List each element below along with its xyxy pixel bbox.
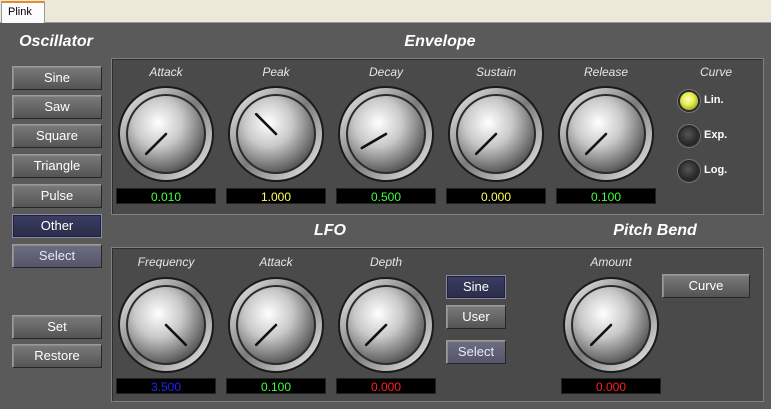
envelope-curve-title: Curve: [699, 65, 732, 79]
envelope-peak-knob[interactable]: [226, 84, 326, 184]
oscillator-sine-button[interactable]: Sine: [12, 66, 102, 90]
curve-option-label: Lin.: [704, 94, 724, 106]
tab-strip: Plink: [0, 0, 771, 23]
radio-indicator-icon[interactable]: [678, 90, 700, 112]
envelope-attack-knob[interactable]: [116, 84, 216, 184]
envelope-release-value: 0.100: [556, 188, 656, 204]
lfo-frequency-value: 3.500: [116, 378, 216, 394]
tab-plink[interactable]: Plink: [1, 1, 45, 23]
pitch-bend-amount-value: 0.000: [561, 378, 661, 394]
pitch-bend-curve-button[interactable]: Curve: [662, 274, 750, 298]
oscillator-title: Oscillator: [19, 33, 93, 50]
envelope-sustain-value: 0.000: [446, 188, 546, 204]
envelope-attack-value: 0.010: [116, 188, 216, 204]
restore-button[interactable]: Restore: [12, 344, 102, 368]
radio-indicator-icon[interactable]: [678, 125, 700, 147]
pitch-bend-title: Pitch Bend: [613, 222, 697, 239]
lfo-attack-label: Attack: [259, 255, 293, 269]
lfo-frequency-knob[interactable]: [116, 275, 216, 375]
set-button[interactable]: Set: [12, 315, 102, 339]
oscillator-select-button[interactable]: Select: [12, 244, 102, 268]
lfo-user-button[interactable]: User: [446, 305, 506, 329]
envelope-sustain-label: Sustain: [475, 65, 517, 79]
oscillator-triangle-button[interactable]: Triangle: [12, 154, 102, 178]
pitch-bend-amount-knob[interactable]: [561, 275, 661, 375]
lfo-attack-value: 0.100: [226, 378, 326, 394]
envelope-title: Envelope: [404, 33, 476, 50]
envelope-release-label: Release: [583, 65, 629, 79]
radio-indicator-icon[interactable]: [678, 160, 700, 182]
lfo-select-button[interactable]: Select: [446, 340, 506, 364]
envelope-decay-label: Decay: [368, 65, 403, 79]
lfo-frequency-label: Frequency: [137, 255, 195, 269]
curve-option-label: Log.: [704, 164, 728, 176]
lfo-attack-knob[interactable]: [226, 275, 326, 375]
pitch-bend-amount-label: Amount: [590, 255, 632, 269]
oscillator-pulse-button[interactable]: Pulse: [12, 184, 102, 208]
lfo-depth-knob[interactable]: [336, 275, 436, 375]
envelope-attack-label: Attack: [149, 65, 183, 79]
envelope-decay-knob[interactable]: [336, 84, 436, 184]
oscillator-square-button[interactable]: Square: [12, 124, 102, 148]
envelope-peak-value: 1.000: [226, 188, 326, 204]
envelope-peak-label: Peak: [262, 65, 290, 79]
envelope-release-knob[interactable]: [556, 84, 656, 184]
lfo-title: LFO: [314, 222, 346, 239]
envelope-sustain-knob[interactable]: [446, 84, 546, 184]
envelope-decay-value: 0.500: [336, 188, 436, 204]
lfo-depth-label: Depth: [369, 255, 403, 269]
oscillator-saw-button[interactable]: Saw: [12, 95, 102, 119]
oscillator-other-button[interactable]: Other: [12, 214, 102, 238]
lfo-depth-value: 0.000: [336, 378, 436, 394]
lfo-sine-button[interactable]: Sine: [446, 275, 506, 299]
curve-option-label: Exp.: [704, 129, 728, 141]
